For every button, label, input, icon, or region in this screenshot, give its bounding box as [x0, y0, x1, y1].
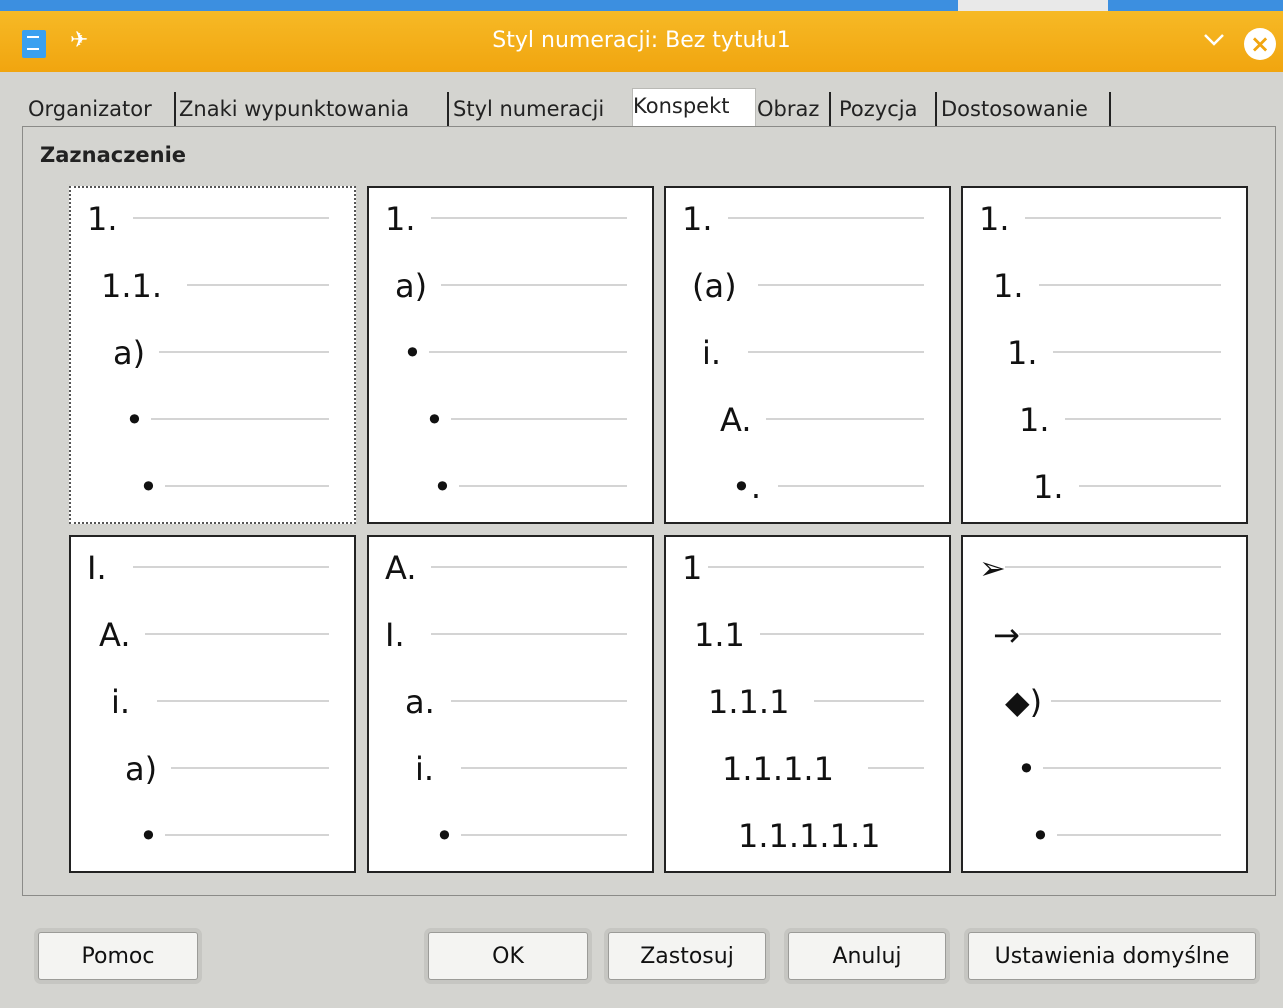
preset-level-label: ➢ [979, 549, 1006, 587]
tab-konspekt[interactable]: Konspekt [632, 88, 756, 127]
tab-styl-numeracji[interactable]: Styl numeracji [453, 92, 631, 126]
preset-level-label: a. [405, 683, 435, 721]
cancel-button[interactable]: Anuluj [788, 932, 946, 980]
preset-level-label: ◆) [1005, 683, 1042, 721]
preset-level-label: • [1031, 817, 1050, 855]
preset-level-label: 1. [87, 200, 118, 238]
preset-level-label: • [435, 817, 454, 855]
preset-level-label: • [139, 468, 158, 506]
preset-level-label: 1. [979, 200, 1010, 238]
preset-level-label: I. [385, 616, 405, 654]
preset-level-label: • [403, 334, 422, 372]
preset-level-label: • [425, 401, 444, 439]
preset-level-label: 1. [1033, 468, 1064, 506]
preset-level-label: → [993, 616, 1020, 654]
tab-organizator[interactable]: Organizator [28, 92, 176, 126]
preset-level-label: 1. [682, 200, 713, 238]
preset-level-label: 1. [385, 200, 416, 238]
preset-level-label: A. [385, 549, 417, 587]
tab-obraz[interactable]: Obraz [757, 92, 831, 126]
reset-button[interactable]: Ustawienia domyślne [968, 932, 1256, 980]
apply-button[interactable]: Zastosuj [608, 932, 766, 980]
preset-level-label: i. [415, 750, 434, 788]
preset-level-label: 1 [682, 549, 702, 587]
preset-level-label: 1.1. [101, 267, 162, 305]
preset-level-label: I. [87, 549, 107, 587]
preset-level-label: a) [395, 267, 427, 305]
outline-preset-1[interactable]: 1. 1.1. a) • • [69, 186, 356, 524]
preset-level-label: • [1017, 750, 1036, 788]
help-button[interactable]: Pomoc [38, 932, 198, 980]
preset-level-label: • [139, 817, 158, 855]
preset-level-label: 1.1.1 [708, 683, 789, 721]
preset-level-label: 1. [1007, 334, 1038, 372]
preset-level-label: 1. [993, 267, 1024, 305]
preset-level-label: i. [111, 683, 130, 721]
preset-level-label: i. [702, 334, 721, 372]
preset-level-label: (a) [692, 267, 737, 305]
preset-level-label: • [125, 401, 144, 439]
outline-preset-3[interactable]: 1. (a) i. A. •. [664, 186, 951, 524]
tab-pozycja[interactable]: Pozycja [839, 92, 937, 126]
title-bar: ✈ Styl numeracji: Bez tytułu1 × [0, 0, 1283, 72]
ok-button[interactable]: OK [428, 932, 588, 980]
taskbar-strip [0, 0, 1283, 11]
preset-level-label: •. [732, 468, 761, 506]
section-title: Zaznaczenie [40, 143, 187, 167]
preset-level-label: 1.1.1.1.1 [738, 817, 880, 855]
tab-znaki-wypunktowania[interactable]: Znaki wypunktowania [179, 92, 449, 126]
outline-preset-8[interactable]: ➢ → ◆) • • [961, 535, 1248, 873]
tab-dostosowanie[interactable]: Dostosowanie [941, 92, 1111, 126]
chevron-down-icon[interactable] [1203, 30, 1225, 50]
preset-level-label: 1.1 [694, 616, 745, 654]
preset-level-label: 1. [1019, 401, 1050, 439]
close-icon[interactable]: × [1244, 28, 1276, 60]
outline-preset-4[interactable]: 1. 1. 1. 1. 1. [961, 186, 1248, 524]
preset-level-label: A. [720, 401, 752, 439]
preset-level-label: 1.1.1.1 [722, 750, 834, 788]
outline-preset-7[interactable]: 1 1.1 1.1.1 1.1.1.1 1.1.1.1.1 [664, 535, 951, 873]
preset-level-label: A. [99, 616, 131, 654]
preset-level-label: a) [113, 334, 145, 372]
preset-level-label: a) [125, 750, 157, 788]
window-title: Styl numeracji: Bez tytułu1 [492, 28, 791, 53]
outline-preset-6[interactable]: A. I. a. i. • [367, 535, 654, 873]
outline-preset-5[interactable]: I. A. i. a) • [69, 535, 356, 873]
preset-level-label: • [433, 468, 452, 506]
outline-preset-2[interactable]: 1. a) • • • [367, 186, 654, 524]
